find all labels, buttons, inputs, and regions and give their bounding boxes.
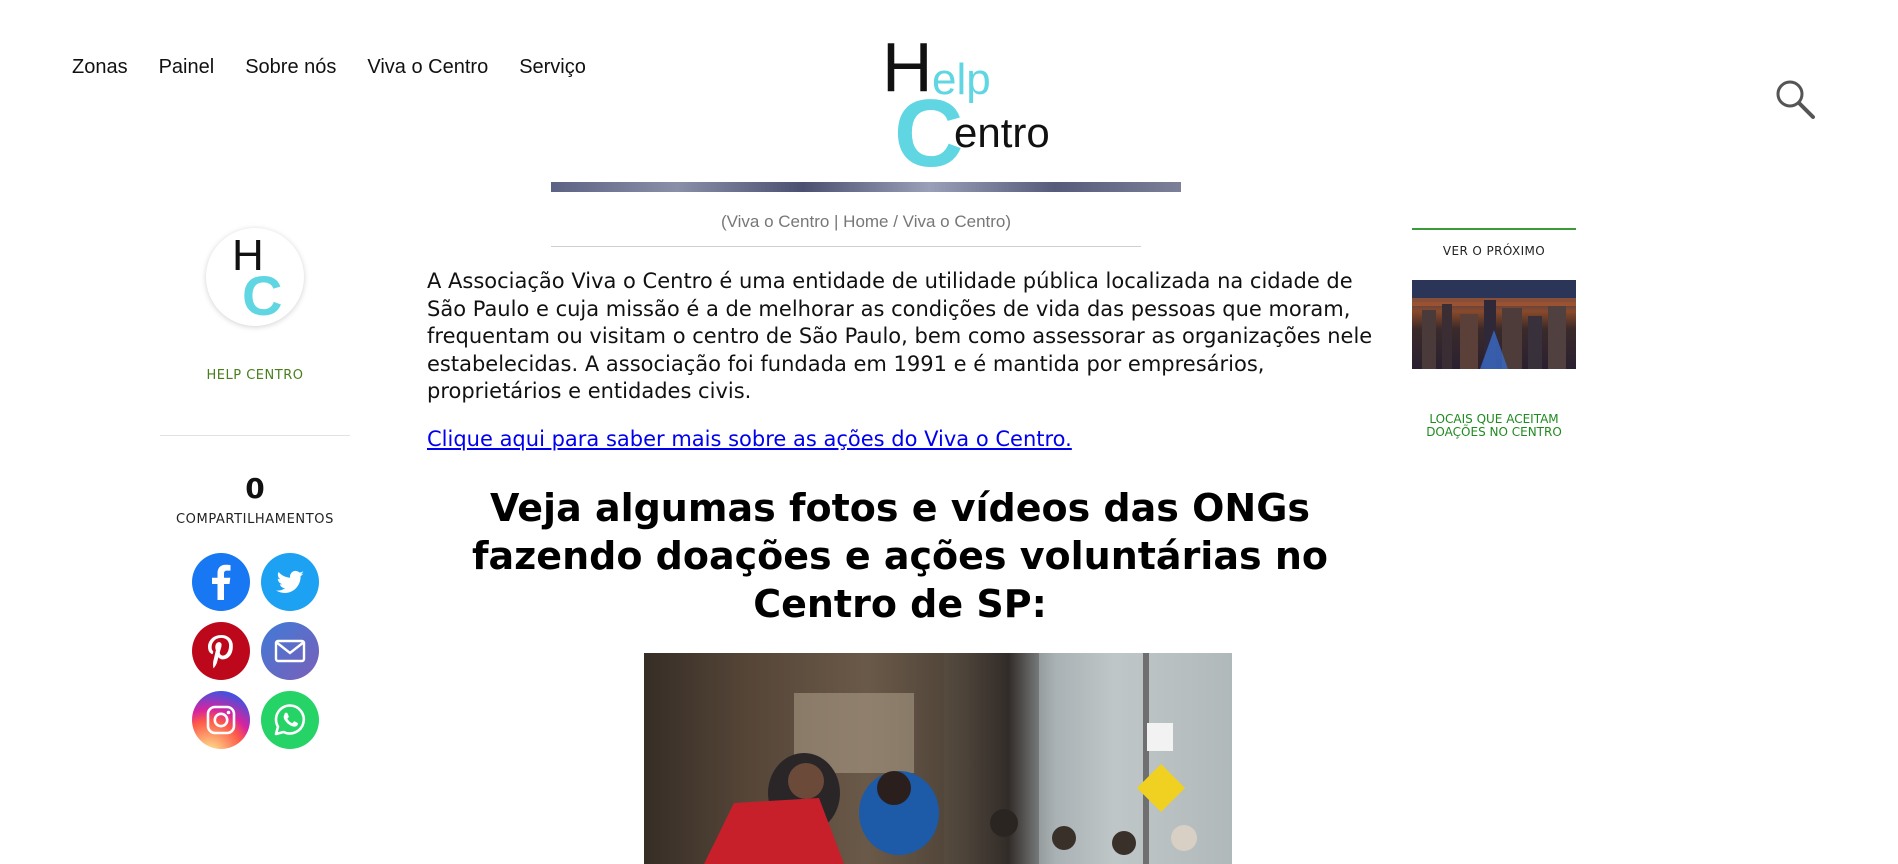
section-heading: Veja algumas fotos e vídeos das ONGs faz…	[472, 486, 1328, 626]
next-post-rule	[1412, 228, 1576, 230]
hero-caption: (Viva o Centro | Home / Viva o Centro)	[720, 212, 1012, 231]
author-avatar[interactable]: H C	[206, 228, 304, 326]
instagram-icon	[206, 705, 236, 735]
sidebar-divider	[160, 435, 350, 436]
email-share-button[interactable]	[261, 622, 319, 680]
mail-icon	[274, 639, 306, 663]
whatsapp-icon	[274, 704, 306, 736]
logo-letter-c: C	[894, 80, 964, 187]
main-nav: Zonas Painel Sobre nós Viva o Centro Ser…	[72, 56, 586, 79]
avatar-letter-c: C	[242, 264, 283, 326]
nav-item-zonas[interactable]: Zonas	[72, 56, 128, 79]
next-post-thumbnail[interactable]	[1412, 280, 1576, 369]
caption-divider	[551, 246, 1141, 247]
twitter-icon	[276, 570, 304, 593]
next-post-label[interactable]: VER O PRÓXIMO	[1412, 244, 1576, 258]
pinterest-share-button[interactable]	[192, 622, 250, 680]
nav-item-sobre-nos[interactable]: Sobre nós	[245, 56, 336, 79]
hero-image	[551, 182, 1181, 192]
share-count: 0	[245, 472, 265, 505]
facebook-share-button[interactable]	[192, 553, 250, 611]
article-intro: A Associação Viva o Centro é uma entidad…	[427, 269, 1373, 403]
author-name[interactable]: HELP CENTRO	[160, 368, 350, 383]
logo-text-entro: entro	[954, 109, 1050, 156]
nav-item-servico[interactable]: Serviço	[519, 56, 586, 79]
ong-donation-photo	[644, 653, 1232, 864]
share-label: COMPARTILHAMENTOS	[176, 512, 334, 527]
facebook-icon	[212, 564, 231, 600]
site-logo[interactable]: H elp C entro	[882, 32, 1050, 182]
instagram-share-button[interactable]	[192, 691, 250, 749]
pinterest-icon	[208, 635, 233, 669]
viva-centro-link[interactable]: Clique aqui para saber mais sobre as açõ…	[427, 427, 1072, 451]
next-post-title[interactable]: LOCAIS QUE ACEITAM DOAÇÕES NO CENTRO	[1412, 413, 1576, 439]
twitter-share-button[interactable]	[261, 553, 319, 611]
whatsapp-share-button[interactable]	[261, 691, 319, 749]
search-icon[interactable]	[1774, 78, 1816, 120]
nav-item-painel[interactable]: Painel	[159, 56, 215, 79]
nav-item-viva-o-centro[interactable]: Viva o Centro	[367, 56, 488, 79]
